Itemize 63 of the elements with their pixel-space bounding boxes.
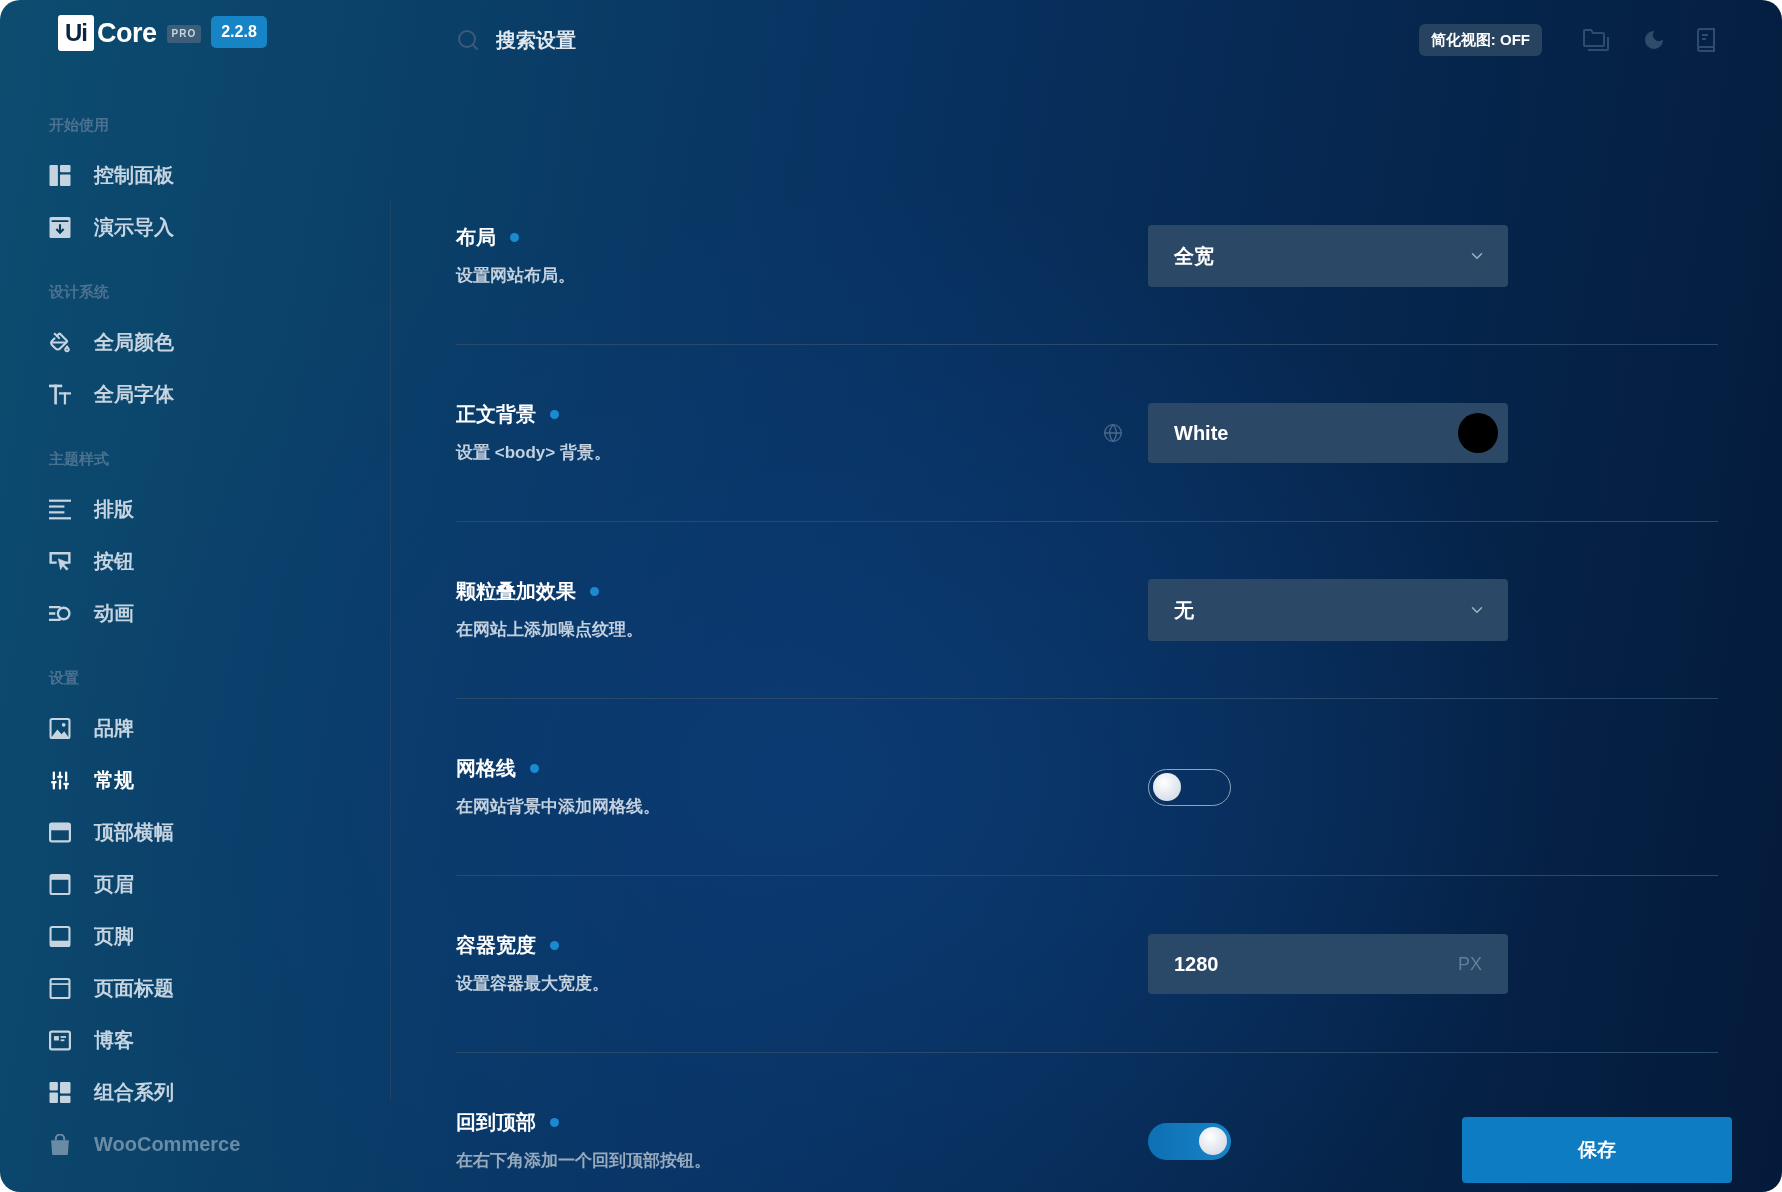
globe-icon[interactable] xyxy=(1103,423,1123,443)
sidebar-item[interactable]: 全局颜色 xyxy=(49,316,390,368)
setting-description: 设置容器最大宽度。 xyxy=(456,973,610,995)
cursor-click-icon xyxy=(49,550,71,572)
setting-title: 正文背景 xyxy=(456,402,536,427)
edition-badge: PRO xyxy=(166,25,202,43)
setting-description: 在右下角添加一个回到顶部按钮。 xyxy=(456,1150,712,1172)
logo-wordmark: Core xyxy=(97,19,157,47)
logo-mark: Ui xyxy=(58,15,94,51)
align-left-icon xyxy=(49,498,71,520)
sidebar-item[interactable]: 页脚 xyxy=(49,910,390,962)
sidebar-item[interactable]: 排版 xyxy=(49,483,390,535)
save-button[interactable]: 保存 xyxy=(1462,1117,1732,1183)
sidebar-item[interactable]: 组合系列 xyxy=(49,1066,390,1118)
simple-view-toggle[interactable]: 简化视图: OFF xyxy=(1418,24,1542,56)
setting-title: 网格线 xyxy=(456,756,516,781)
sidebar-item[interactable]: 顶部横幅 xyxy=(49,806,390,858)
banner-layout-icon xyxy=(49,821,71,843)
sidebar-item[interactable]: 控制面板 xyxy=(49,149,390,201)
shopping-bag-icon xyxy=(49,1133,71,1155)
setting-title: 颗粒叠加效果 xyxy=(456,579,576,604)
setting-title: 布局 xyxy=(456,225,496,250)
download-box-icon xyxy=(49,216,71,238)
setting-description: 在网站背景中添加网格线。 xyxy=(456,796,661,818)
article-card-icon xyxy=(49,1029,71,1051)
sidebar-item[interactable]: 页眉 xyxy=(49,858,390,910)
sidebar-item[interactable]: 博客 xyxy=(49,1014,390,1066)
footer-layout-icon xyxy=(49,925,71,947)
color-field[interactable]: White xyxy=(1148,403,1508,463)
setting-description: 在网站上添加噪点纹理。 xyxy=(456,619,644,641)
color-swatch-icon xyxy=(1458,413,1498,453)
grid-tiles-icon xyxy=(49,1081,71,1103)
dropdown[interactable]: 全宽 xyxy=(1148,225,1508,287)
header-layout-icon xyxy=(49,873,71,895)
sidebar-item[interactable]: 全局字体 xyxy=(49,368,390,420)
moon-icon[interactable] xyxy=(1642,28,1666,52)
search-icon xyxy=(456,28,480,52)
setting-description: 设置网站布局。 xyxy=(456,265,576,287)
toggle-switch[interactable] xyxy=(1148,1122,1231,1160)
setting-title: 回到顶部 xyxy=(456,1110,536,1135)
dropdown[interactable]: 无 xyxy=(1148,579,1508,641)
sidebar-section-title: 开始使用 xyxy=(49,115,110,135)
book-icon[interactable] xyxy=(1696,28,1716,52)
dashboard-panels-icon xyxy=(49,164,71,186)
sidebar-section-title: 主题样式 xyxy=(49,449,110,469)
version-badge: 2.2.8 xyxy=(211,16,267,48)
sidebar-item[interactable]: 演示导入 xyxy=(49,201,390,253)
folders-icon[interactable] xyxy=(1582,28,1610,52)
sidebar-section-title: 设置 xyxy=(49,668,80,688)
text-size-icon xyxy=(49,383,71,405)
setting-title: 容器宽度 xyxy=(456,933,536,958)
setting-description: 设置 <body> 背景。 xyxy=(456,442,612,464)
sidebar-section-title: 设计系统 xyxy=(49,282,110,302)
sidebar-item[interactable]: 动画 xyxy=(49,587,390,639)
sliders-icon xyxy=(49,769,71,791)
image-icon xyxy=(49,717,71,739)
sidebar-item[interactable]: 页面标题 xyxy=(49,962,390,1014)
page-layout-icon xyxy=(49,977,71,999)
sidebar-item[interactable]: 品牌 xyxy=(49,702,390,754)
paint-bucket-icon xyxy=(49,331,71,353)
sidebar-item[interactable]: 常规 xyxy=(49,754,390,806)
sidebar-item[interactable]: 按钮 xyxy=(49,535,390,587)
search-field[interactable]: 搜索设置 xyxy=(496,25,816,55)
